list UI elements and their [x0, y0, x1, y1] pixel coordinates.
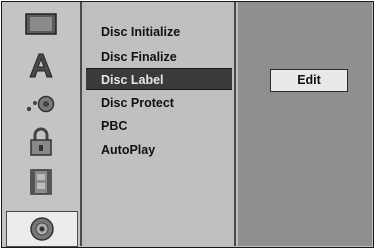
sidebar-item-recording[interactable] — [10, 167, 72, 197]
menu-item-disc-label[interactable]: Disc Label — [86, 68, 232, 90]
edit-button[interactable]: Edit — [270, 69, 348, 92]
film-icon — [30, 169, 52, 195]
menu-item-disc-initialize[interactable]: Disc Initialize — [86, 21, 232, 43]
sidebar-item-audio[interactable] — [10, 88, 72, 118]
disc-menu: Disc Initialize Disc Finalize Disc Label… — [86, 2, 236, 246]
lock-icon — [30, 127, 52, 156]
menu-item-pbc[interactable]: PBC — [86, 115, 232, 137]
sidebar-item-disc[interactable] — [6, 211, 78, 247]
menu-item-disc-finalize[interactable]: Disc Finalize — [86, 46, 232, 68]
disc-icon — [30, 217, 54, 241]
menu-item-autoplay[interactable]: AutoPlay — [86, 139, 232, 161]
sidebar-item-language[interactable] — [10, 50, 72, 80]
category-sidebar — [2, 2, 82, 247]
monitor-icon — [25, 13, 57, 35]
options-panel — [238, 2, 372, 246]
menu-item-disc-protect[interactable]: Disc Protect — [86, 92, 232, 114]
audio-icon — [26, 95, 55, 113]
sidebar-item-lock[interactable] — [10, 127, 72, 157]
sidebar-item-display[interactable] — [10, 10, 72, 40]
language-icon — [29, 53, 53, 78]
